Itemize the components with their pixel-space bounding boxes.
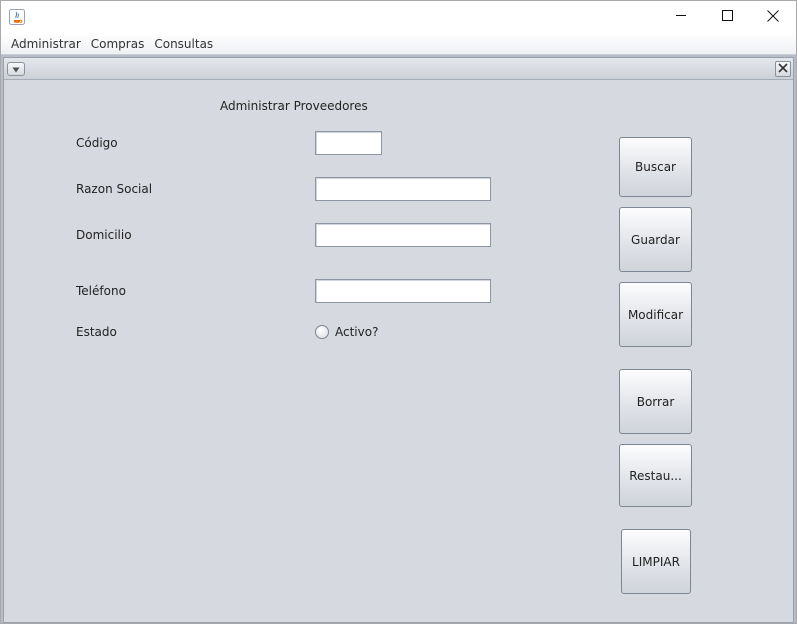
menu-consultas[interactable]: Consultas: [150, 37, 217, 51]
internal-frame: Administrar Proveedores Código Razon Soc…: [3, 57, 794, 623]
guardar-button[interactable]: Guardar: [619, 207, 692, 272]
codigo-label: Código: [76, 136, 118, 150]
menu-compras[interactable]: Compras: [87, 37, 149, 51]
modificar-button[interactable]: Modificar: [619, 282, 692, 347]
form-panel: Administrar Proveedores Código Razon Soc…: [8, 82, 791, 620]
razon-social-label: Razon Social: [76, 182, 153, 196]
title-bar[interactable]: [1, 1, 796, 33]
application-window: Administrar Compras Consultas Administra…: [0, 0, 797, 624]
domicilio-label: Domicilio: [76, 228, 132, 242]
internal-frame-title-bar[interactable]: [4, 58, 793, 80]
form-title: Administrar Proveedores: [220, 99, 368, 113]
telefono-input[interactable]: [315, 279, 491, 303]
domicilio-input[interactable]: [315, 223, 491, 247]
buscar-button[interactable]: Buscar: [619, 137, 692, 197]
razon-social-input[interactable]: [315, 177, 491, 201]
minimize-icon: [675, 10, 687, 24]
window-close-button[interactable]: [750, 1, 796, 33]
maximize-icon: [721, 10, 733, 24]
menu-administrar[interactable]: Administrar: [7, 37, 85, 51]
telefono-label: Teléfono: [76, 284, 126, 298]
desktop-pane: Administrar Proveedores Código Razon Soc…: [1, 55, 796, 623]
restaurar-button[interactable]: Restau...: [619, 444, 692, 507]
close-icon: [778, 62, 788, 76]
chevron-down-icon: [12, 62, 20, 76]
java-icon: [9, 9, 25, 25]
radio-circle-icon[interactable]: [315, 325, 329, 339]
codigo-input[interactable]: [315, 131, 382, 155]
menu-bar: Administrar Compras Consultas: [1, 33, 796, 55]
minimize-button[interactable]: [658, 1, 704, 33]
frame-system-menu-button[interactable]: [7, 62, 25, 76]
maximize-button[interactable]: [704, 1, 750, 33]
frame-close-button[interactable]: [775, 61, 791, 77]
estado-label: Estado: [76, 325, 117, 339]
activo-label: Activo?: [335, 325, 379, 339]
borrar-button[interactable]: Borrar: [619, 369, 692, 434]
close-icon: [767, 9, 779, 25]
limpiar-button[interactable]: LIMPIAR: [621, 529, 691, 594]
activo-radio-button[interactable]: Activo?: [315, 325, 378, 339]
